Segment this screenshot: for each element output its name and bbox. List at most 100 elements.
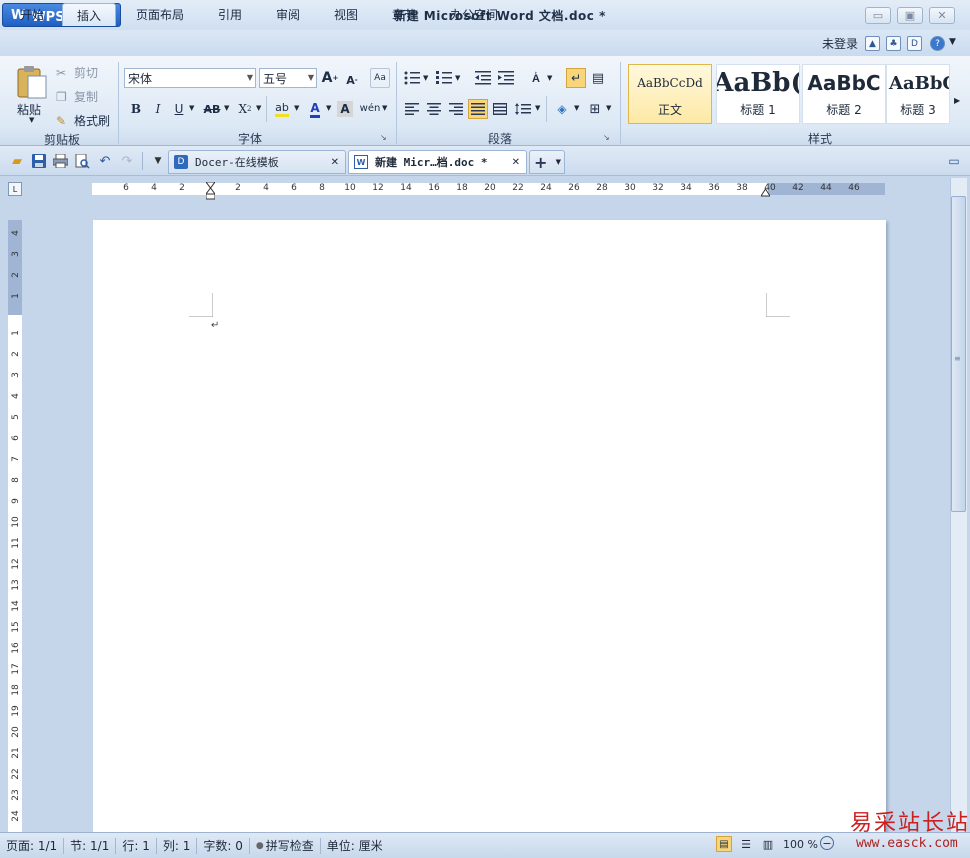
align-left-icon[interactable] <box>402 99 422 119</box>
ruler-tick-label: 8 <box>11 477 21 483</box>
chevron-down-icon[interactable]: ▼ <box>382 104 387 112</box>
style-item-heading-3[interactable]: AaBbC 标题 3 <box>886 64 950 124</box>
login-status[interactable]: 未登录 <box>822 35 858 52</box>
doc-tab-docer[interactable]: D Docer-在线模板 ✕ <box>168 150 346 174</box>
doc-tab-current[interactable]: W 新建 Micr…档.doc * ✕ <box>348 150 527 174</box>
justify-icon[interactable] <box>468 99 488 119</box>
tab-home[interactable]: 开始 <box>6 3 58 26</box>
grow-font-button[interactable]: A + <box>320 68 340 88</box>
help-icon[interactable]: ? <box>930 36 945 51</box>
chevron-down-icon[interactable]: ▼ <box>224 104 229 112</box>
chevron-down-icon[interactable]: ▼ <box>606 104 611 112</box>
print-preview-icon[interactable] <box>73 152 91 170</box>
paste-icon[interactable] <box>14 64 48 100</box>
align-right-icon[interactable] <box>446 99 466 119</box>
new-tab-button[interactable]: + ▼ <box>529 150 565 174</box>
shrink-font-button[interactable]: A- <box>342 70 362 90</box>
format-painter-button[interactable]: ✎ 格式刷 <box>56 112 110 129</box>
chevron-down-icon[interactable]: ▼ <box>326 104 331 112</box>
page-view-icon[interactable]: ▤ <box>716 836 732 852</box>
margin-corner-top-right <box>766 293 790 317</box>
close-icon[interactable]: ✕ <box>331 157 339 168</box>
chevron-down-icon[interactable]: ▼ <box>949 37 956 47</box>
zoom-out-icon[interactable]: − <box>820 836 834 850</box>
document-page[interactable]: ↵ <box>93 220 886 840</box>
tab-references[interactable]: 引用 <box>204 3 256 26</box>
open-folder-icon[interactable]: ▰ <box>8 152 26 170</box>
zoom-level[interactable]: 100 % <box>783 838 818 851</box>
maximize-button[interactable]: ▣ <box>897 7 923 24</box>
dialog-launcher-icon[interactable]: ↘ <box>603 133 610 142</box>
chevron-down-icon[interactable]: ▼ <box>189 104 194 112</box>
tab-office-space[interactable]: 办公空间 <box>436 3 512 26</box>
status-word-count[interactable]: 字数: 0 <box>197 837 250 854</box>
outline-view-icon[interactable]: ☰ <box>738 836 754 852</box>
bullet-list-icon[interactable] <box>402 68 422 88</box>
chevron-down-icon[interactable]: ▼ <box>455 74 460 82</box>
print-icon[interactable] <box>51 152 69 170</box>
chevron-down-icon[interactable]: ▼ <box>423 74 428 82</box>
underline-button[interactable]: U <box>169 99 189 119</box>
chevron-down-icon[interactable]: ▼ <box>256 104 261 112</box>
italic-button[interactable]: I <box>148 99 168 119</box>
style-item-normal[interactable]: AaBbCcDd 正文 <box>628 64 712 124</box>
highlight-button[interactable]: ab <box>272 99 292 119</box>
tab-page-layout[interactable]: 页面布局 <box>122 3 198 26</box>
copy-button[interactable]: ❐ 复制 <box>56 88 98 105</box>
font-size-select[interactable]: 五号 ▼ <box>259 68 317 88</box>
skin-icon[interactable]: ♣ <box>886 36 901 51</box>
border-icon[interactable]: ⊞ <box>585 99 605 119</box>
window-list-icon[interactable]: ▭ <box>945 152 963 170</box>
strikethrough-button[interactable]: AB <box>200 99 224 119</box>
tab-stop-selector-icon[interactable]: L <box>8 182 22 196</box>
tab-view[interactable]: 视图 <box>320 3 372 26</box>
dialog-launcher-icon[interactable]: ↘ <box>380 133 387 142</box>
minimize-button[interactable]: ▭ <box>865 7 891 24</box>
web-view-icon[interactable]: ▥ <box>760 836 776 852</box>
undo-icon[interactable]: ↶ <box>96 152 114 170</box>
status-unit[interactable]: 单位: 厘米 <box>321 838 389 854</box>
style-item-heading-1[interactable]: AaBb( 标题 1 <box>716 64 800 124</box>
tab-section[interactable]: 章节 <box>378 3 430 26</box>
chevron-down-icon[interactable]: ▼ <box>574 104 579 112</box>
chinese-layout-icon[interactable]: A͐ <box>526 68 546 88</box>
tab-review[interactable]: 审阅 <box>262 3 314 26</box>
save-icon[interactable] <box>30 152 48 170</box>
indent-marker-icon[interactable] <box>205 181 216 200</box>
superscript-button[interactable]: X2 <box>235 99 255 119</box>
font-color-button[interactable]: A <box>305 99 325 119</box>
tab-insert[interactable]: 插入 <box>62 3 117 26</box>
chevron-down-icon[interactable]: ▼ <box>294 104 299 112</box>
spell-check-toggle[interactable]: ● 拼写检查 <box>250 837 321 854</box>
clear-format-button[interactable]: Aa <box>370 68 390 88</box>
redo-icon[interactable]: ↷ <box>118 152 136 170</box>
shading-icon[interactable]: ◈ <box>552 99 572 119</box>
horizontal-ruler[interactable]: 6 4 2 2 4 6 8 10 12 14 16 18 20 22 24 26 28 30 32 34 36 38 40 4… <box>28 181 948 200</box>
show-marks-icon[interactable]: ↵ <box>566 68 586 88</box>
cut-button[interactable]: ✂ 剪切 <box>56 64 98 81</box>
collapse-ribbon-icon[interactable]: ▲ <box>865 36 880 51</box>
distribute-icon[interactable] <box>490 99 510 119</box>
docer-icon[interactable]: D <box>907 36 922 51</box>
char-shading-button[interactable]: A <box>337 101 353 117</box>
style-item-heading-2[interactable]: AaBbC 标题 2 <box>802 64 886 124</box>
decrease-indent-icon[interactable] <box>473 68 493 88</box>
pinyin-button[interactable]: wén <box>358 98 382 118</box>
text-box-icon[interactable]: ▤ <box>588 68 608 88</box>
chevron-down-icon[interactable]: ▼ <box>29 116 34 124</box>
customize-quick-access-icon[interactable]: ▼ <box>149 152 167 170</box>
right-indent-marker-icon[interactable] <box>760 186 771 197</box>
chevron-down-icon[interactable]: ▼ <box>547 74 552 82</box>
styles-more-icon[interactable]: ▶ <box>954 96 960 105</box>
increase-indent-icon[interactable] <box>496 68 516 88</box>
vertical-ruler[interactable]: 4 3 2 1 1 2 3 4 5 6 7 8 9 10 11 12 13 14 15 16 17 18 19 20 21 22 2… <box>8 220 22 832</box>
font-name-select[interactable]: 宋体 ▼ <box>124 68 256 88</box>
line-spacing-icon[interactable] <box>513 99 533 119</box>
align-center-icon[interactable] <box>424 99 444 119</box>
close-button[interactable]: ✕ <box>929 7 955 24</box>
numbered-list-icon[interactable] <box>434 68 454 88</box>
bold-button[interactable]: B <box>126 99 146 119</box>
status-page[interactable]: 页面: 1/1 <box>0 837 65 854</box>
chevron-down-icon[interactable]: ▼ <box>535 104 540 112</box>
close-icon[interactable]: ✕ <box>512 157 520 168</box>
